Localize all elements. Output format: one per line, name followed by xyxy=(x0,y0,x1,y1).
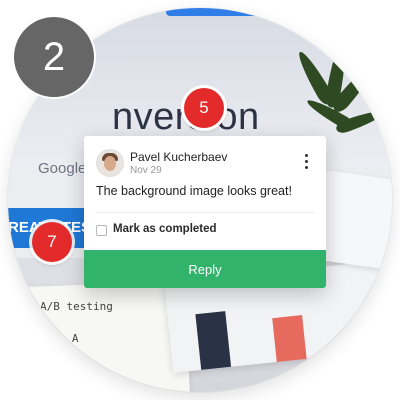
menu-dot xyxy=(305,166,308,169)
mark-completed-checkbox[interactable] xyxy=(96,225,107,236)
step-number-badge: 2 xyxy=(14,17,94,97)
comment-marker[interactable]: 7 xyxy=(32,222,72,262)
background-note-line: A/B testing xyxy=(40,300,113,313)
divider xyxy=(96,212,314,213)
background-accent-bar xyxy=(166,8,266,16)
comment-body: The background image looks great! xyxy=(96,184,292,198)
mark-completed-label: Mark as completed xyxy=(113,223,217,235)
menu-dot xyxy=(305,160,308,163)
background-note-line: ce A xyxy=(52,332,79,345)
screenshot-stage: nversion Google Play. REATE TEST A/B tes… xyxy=(0,0,400,400)
background-bar xyxy=(374,330,392,352)
menu-dot xyxy=(305,154,308,157)
comment-author: Pavel Kucherbaev xyxy=(130,150,228,164)
comment-date: Nov 29 xyxy=(130,165,162,176)
reply-button[interactable]: Reply xyxy=(84,250,326,288)
background-bar xyxy=(272,315,307,362)
mark-completed-toggle[interactable]: Mark as completed xyxy=(96,222,314,240)
avatar-face xyxy=(104,156,116,171)
avatar xyxy=(96,149,124,177)
more-vertical-icon[interactable] xyxy=(302,152,312,170)
comment-marker-active[interactable]: 5 xyxy=(184,88,224,128)
comment-popup: Pavel Kucherbaev Nov 29 The background i… xyxy=(84,136,326,288)
comment-header: Pavel Kucherbaev Nov 29 xyxy=(96,148,314,178)
background-bar xyxy=(195,311,232,370)
